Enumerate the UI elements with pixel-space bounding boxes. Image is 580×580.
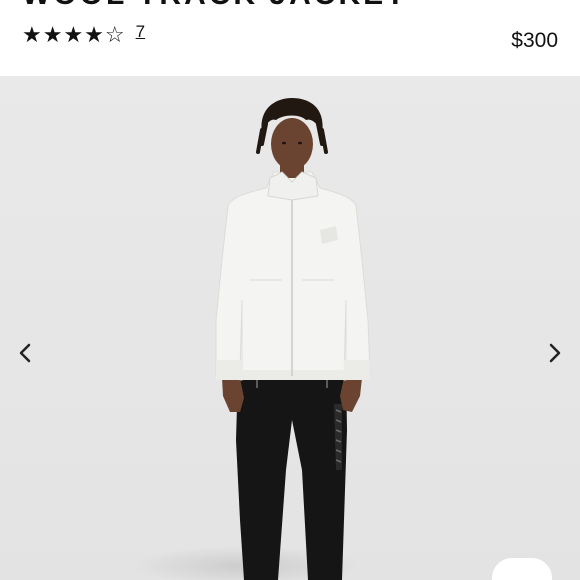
model-head — [256, 98, 328, 170]
next-image-button[interactable] — [540, 338, 570, 368]
rating-stars: ★★★★☆ — [22, 23, 126, 48]
product-header: WOOL TRACK JACKET ★★★★☆ 7 $300 — [0, 0, 580, 76]
product-title: WOOL TRACK JACKET — [22, 0, 407, 12]
product-image-gallery[interactable] — [0, 76, 580, 580]
chevron-left-icon — [19, 343, 31, 363]
chevron-right-icon — [549, 343, 561, 363]
floating-action-button[interactable] — [492, 558, 552, 580]
product-photo — [215, 98, 371, 580]
previous-image-button[interactable] — [10, 338, 40, 368]
product-price: $300 — [511, 29, 558, 52]
review-count-link[interactable]: 7 — [136, 22, 145, 42]
black-pants — [236, 372, 347, 580]
product-rating: ★★★★☆ 7 — [22, 22, 145, 48]
white-track-jacket — [215, 171, 371, 381]
